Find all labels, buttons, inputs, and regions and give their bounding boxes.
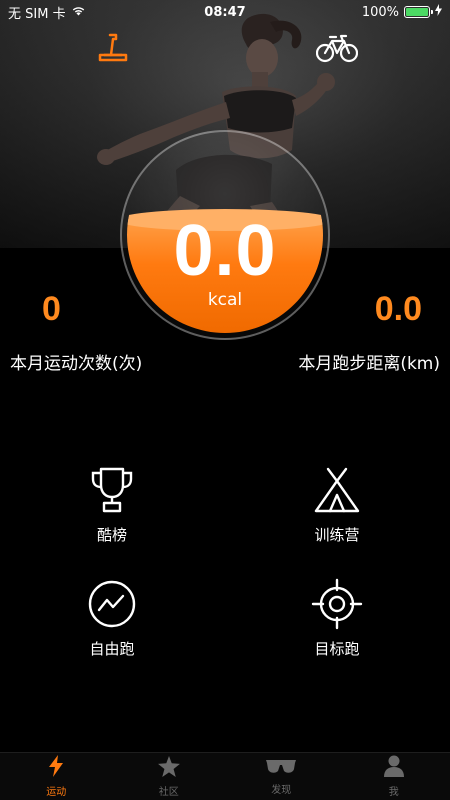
tab-label: 运动: [46, 787, 67, 798]
monthly-workouts-label: 本月运动次数(次): [10, 354, 143, 374]
tab-sport[interactable]: 运动: [0, 753, 113, 800]
tab-discover[interactable]: 发现: [225, 753, 338, 800]
free-run-icon: [84, 576, 140, 632]
tab-label: 我: [388, 787, 399, 798]
battery-fill: [406, 8, 428, 16]
battery-percent: 100%: [361, 4, 399, 20]
tab-me[interactable]: 我: [338, 753, 450, 800]
status-time: 08:47: [204, 4, 246, 20]
feature-training-camp[interactable]: 训练营: [287, 462, 387, 545]
monthly-distance-label: 本月跑步距离(km): [298, 354, 440, 374]
star-icon: [157, 755, 180, 781]
lightning-icon: [48, 755, 64, 781]
calorie-gauge: 0.0 kcal: [120, 130, 330, 340]
feature-free-run[interactable]: 自由跑: [62, 576, 162, 659]
feature-leaderboard[interactable]: 酷榜: [62, 462, 162, 545]
target-icon: [309, 576, 365, 632]
person-icon: [383, 755, 404, 781]
status-left: 无 SIM 卡: [8, 3, 86, 22]
feature-label: 目标跑: [314, 640, 360, 658]
tab-label: 社区: [158, 786, 179, 798]
feature-target-run[interactable]: 目标跑: [287, 576, 387, 659]
tab-label: 发现: [271, 785, 292, 796]
feature-label: 自由跑: [89, 640, 135, 658]
trophy-icon: [84, 462, 140, 518]
monthly-workouts-value: 0: [42, 290, 61, 328]
calorie-value: 0.0: [173, 211, 277, 291]
tab-community[interactable]: 社区: [113, 753, 226, 800]
treadmill-icon[interactable]: [90, 28, 136, 68]
status-right: 100%: [362, 4, 442, 20]
bicycle-icon[interactable]: [314, 28, 360, 68]
feature-label: 训练营: [314, 526, 360, 544]
status-bar: 无 SIM 卡 08:47 100%: [0, 0, 450, 24]
wifi-icon: [71, 5, 86, 20]
glasses-icon: [265, 757, 297, 779]
tent-icon: [309, 462, 365, 518]
feature-label: 酷榜: [96, 526, 127, 544]
battery-icon: [404, 6, 433, 18]
calorie-unit: kcal: [207, 290, 243, 310]
monthly-distance-value: 0.0: [374, 290, 422, 328]
tab-bar: 运动 社区 发现 我: [0, 752, 450, 800]
charging-icon: [435, 4, 442, 20]
carrier-label: 无 SIM 卡: [8, 6, 66, 22]
